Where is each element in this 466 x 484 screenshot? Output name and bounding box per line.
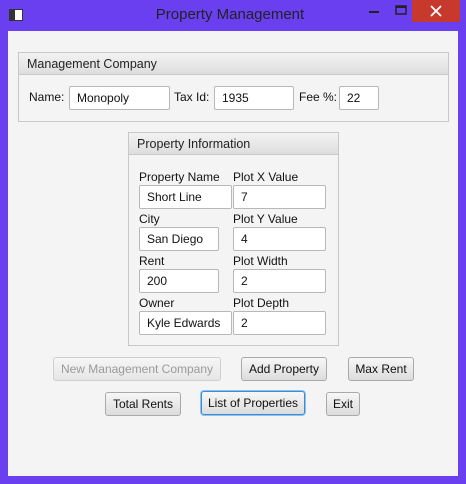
tax-id-field[interactable] xyxy=(214,86,294,110)
close-icon xyxy=(430,5,442,17)
plot-depth-label: Plot Depth xyxy=(233,296,290,310)
total-rents-button[interactable]: Total Rents xyxy=(105,392,181,416)
plot-y-label: Plot Y Value xyxy=(233,212,298,226)
property-name-field[interactable] xyxy=(139,185,232,209)
management-company-panel: Management Company Name: Tax Id: Fee %: xyxy=(18,52,449,122)
plot-width-field[interactable] xyxy=(233,269,326,293)
owner-label: Owner xyxy=(139,296,175,310)
fee-percent-label: Fee %: xyxy=(299,90,338,104)
plot-width-label: Plot Width xyxy=(233,254,288,268)
property-name-label: Property Name xyxy=(139,170,220,184)
property-information-panel: Property Information Property Name Plot … xyxy=(128,132,339,346)
new-management-company-button[interactable]: New Management Company xyxy=(53,357,221,381)
plot-y-field[interactable] xyxy=(233,227,326,251)
property-information-header: Property Information xyxy=(129,133,338,155)
app-window: Property Management Management Company N… xyxy=(0,0,466,484)
tax-id-label: Tax Id: xyxy=(174,90,210,104)
window-content: Management Company Name: Tax Id: Fee %: … xyxy=(8,31,458,476)
owner-field[interactable] xyxy=(139,311,232,335)
minimize-button[interactable] xyxy=(360,0,388,22)
rent-label: Rent xyxy=(139,254,165,268)
plot-x-field[interactable] xyxy=(233,185,326,209)
fee-percent-field[interactable] xyxy=(339,86,379,110)
maximize-icon xyxy=(395,5,407,15)
close-button[interactable] xyxy=(412,0,460,22)
management-company-header: Management Company xyxy=(19,53,448,75)
title-bar[interactable]: Property Management xyxy=(0,0,466,32)
city-label: City xyxy=(139,212,160,226)
add-property-button[interactable]: Add Property xyxy=(241,357,327,381)
company-name-field[interactable] xyxy=(69,86,170,110)
rent-field[interactable] xyxy=(139,269,219,293)
plot-depth-field[interactable] xyxy=(233,311,326,335)
max-rent-button[interactable]: Max Rent xyxy=(348,357,414,381)
plot-x-label: Plot X Value xyxy=(233,170,299,184)
list-of-properties-button[interactable]: List of Properties xyxy=(201,391,305,415)
exit-button[interactable]: Exit xyxy=(326,392,360,416)
name-label: Name: xyxy=(29,90,65,104)
minimize-icon xyxy=(369,11,379,13)
city-field[interactable] xyxy=(139,227,219,251)
